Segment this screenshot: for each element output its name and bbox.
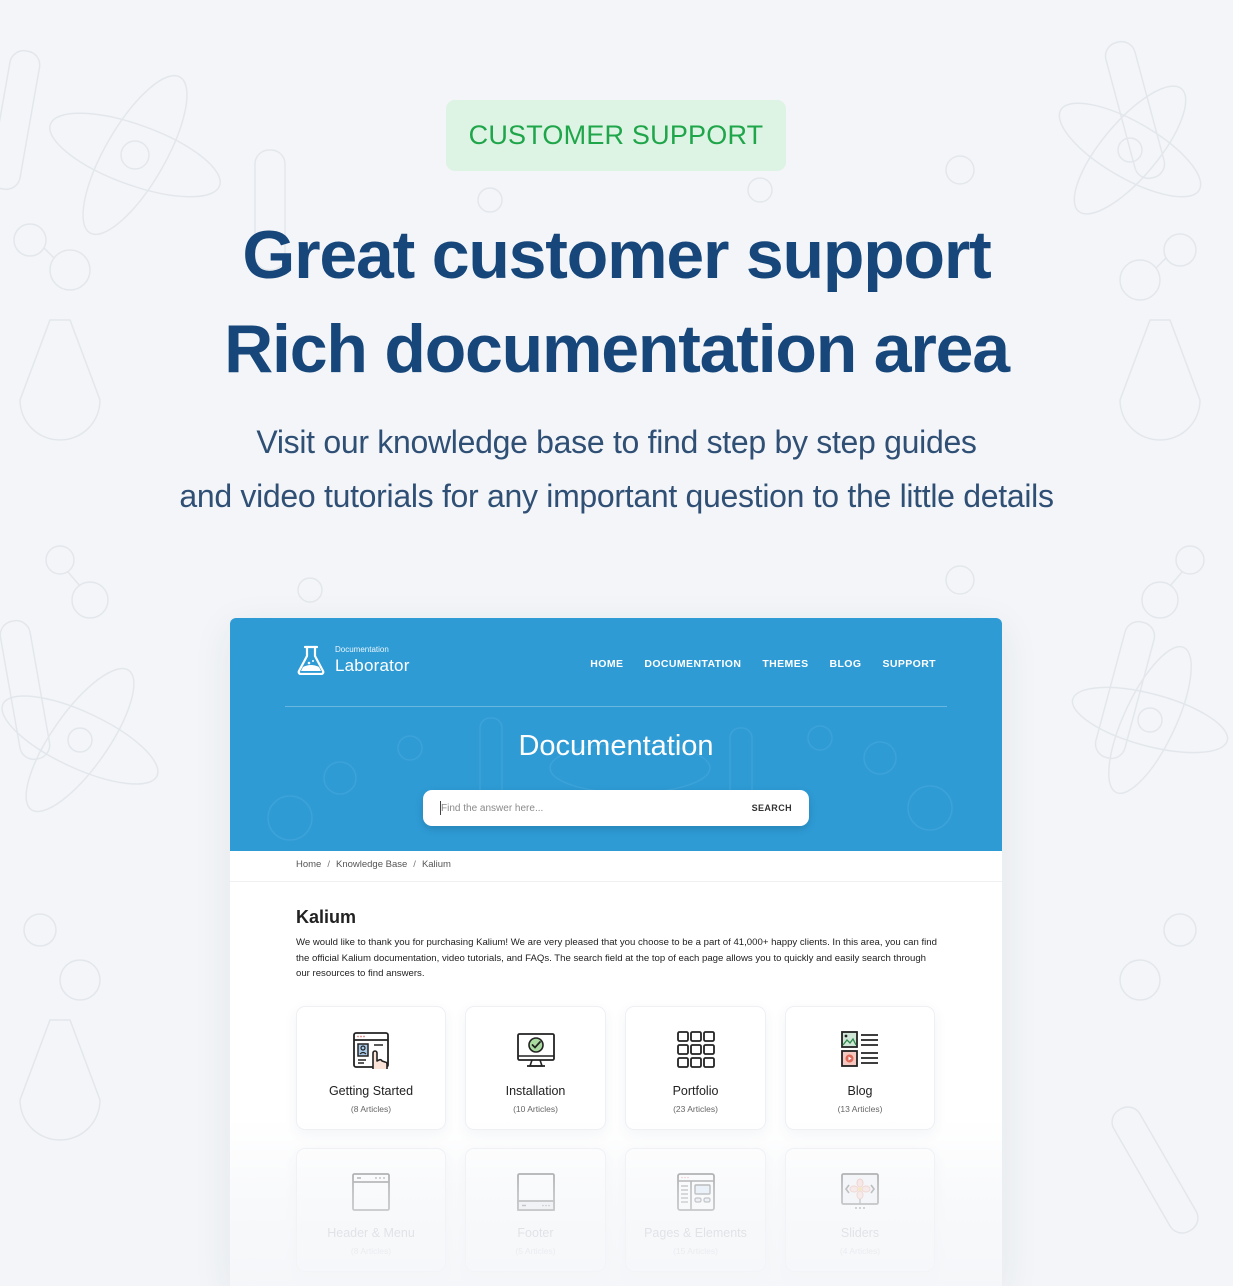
category-count: (10 Articles) [513, 1104, 558, 1114]
category-count: (23 Articles) [673, 1104, 718, 1114]
flask-icon [297, 645, 325, 675]
monitor-check-icon [516, 1033, 555, 1067]
category-card-installation[interactable]: Installation (10 Articles) [465, 1006, 606, 1130]
category-name: Footer [517, 1226, 554, 1240]
category-count: (13 Articles) [837, 1104, 883, 1114]
nav-documentation[interactable]: DOCUMENTATION [644, 658, 741, 670]
nav-blog[interactable]: BLOG [830, 658, 862, 670]
main-nav: HOME DOCUMENTATION THEMES BLOG SUPPORT [590, 658, 936, 670]
search-bar: SEARCH [423, 790, 809, 826]
category-name: Header & Menu [327, 1226, 415, 1240]
category-card-footer[interactable]: Footer (5 Articles) [465, 1148, 606, 1272]
category-name: Blog [847, 1084, 873, 1098]
getting-started-icon [353, 1032, 389, 1069]
category-count: (8 Articles) [350, 1104, 392, 1114]
search-button[interactable]: SEARCH [735, 790, 809, 826]
logo-subtitle: Documentation [335, 645, 389, 654]
documentation-page-mockup: Documentation Laborator HOME DOCUMENTATI… [230, 618, 1002, 1286]
category-count: (5 Articles) [515, 1246, 556, 1256]
headline-line-2: Rich documentation area [224, 311, 1010, 387]
subheadline-line-2: and video tutorials for any important qu… [179, 478, 1054, 514]
text-caret [440, 801, 441, 815]
kb-description: We would like to thank you for purchasin… [296, 937, 937, 979]
subheadline-line-1: Visit our knowledge base to find step by… [256, 424, 977, 460]
category-name: Installation [505, 1084, 566, 1098]
docs-hero-header: Documentation Laborator HOME DOCUMENTATI… [230, 618, 1002, 851]
atom-doodle-icon [1071, 645, 1229, 795]
page-frame: CUSTOMER SUPPORT Great customer support … [0, 0, 1233, 1286]
category-card-portfolio[interactable]: Portfolio (23 Articles) [625, 1006, 766, 1130]
header-window-icon [352, 1173, 390, 1211]
blog-posts-icon [841, 1031, 878, 1067]
breadcrumb-separator: / [413, 859, 416, 870]
category-count: (8 Articles) [350, 1246, 392, 1256]
slider-icon [841, 1173, 879, 1209]
nav-themes[interactable]: THEMES [762, 658, 808, 670]
hero-title: Documentation [518, 730, 714, 762]
atom-doodle-icon [1058, 85, 1202, 215]
category-name: Sliders [840, 1226, 880, 1240]
breadcrumb-separator: / [327, 859, 330, 870]
search-input[interactable] [423, 790, 735, 826]
category-name: Portfolio [672, 1084, 719, 1098]
laborator-logo[interactable]: Documentation Laborator [297, 645, 410, 675]
section-badge: CUSTOMER SUPPORT [446, 100, 786, 171]
headline-line-1: Great customer support [242, 217, 991, 293]
category-card-sliders[interactable]: Sliders (4 Articles) [785, 1148, 935, 1272]
footer-window-icon [516, 1173, 555, 1211]
atom-doodle-icon [1, 667, 159, 813]
category-count: (4 Articles) [839, 1246, 881, 1256]
breadcrumb: Home / Knowledge Base / Kalium [296, 859, 451, 870]
nav-home[interactable]: HOME [590, 658, 623, 670]
hero-divider [285, 706, 947, 707]
category-name: Pages & Elements [644, 1226, 747, 1240]
category-card-getting-started[interactable]: Getting Started (8 Articles) [296, 1006, 446, 1130]
category-card-blog[interactable]: Blog (13 Articles) [785, 1006, 935, 1130]
breadcrumb-knowledge-base[interactable]: Knowledge Base [336, 859, 407, 870]
breadcrumb-current: Kalium [421, 859, 451, 870]
category-count: (15 Articles) [673, 1246, 718, 1256]
kb-title: Kalium [296, 907, 357, 927]
category-card-pages-elements[interactable]: Pages & Elements (15 Articles) [625, 1148, 766, 1272]
page-layout-icon [676, 1173, 715, 1211]
nav-support[interactable]: SUPPORT [882, 658, 936, 670]
grid-icon [676, 1031, 715, 1068]
logo-title: Laborator [335, 656, 410, 675]
category-name: Getting Started [328, 1084, 414, 1098]
breadcrumb-home[interactable]: Home [296, 859, 321, 870]
category-card-header-menu[interactable]: Header & Menu (8 Articles) [296, 1148, 446, 1272]
breadcrumb-divider [230, 881, 1002, 882]
